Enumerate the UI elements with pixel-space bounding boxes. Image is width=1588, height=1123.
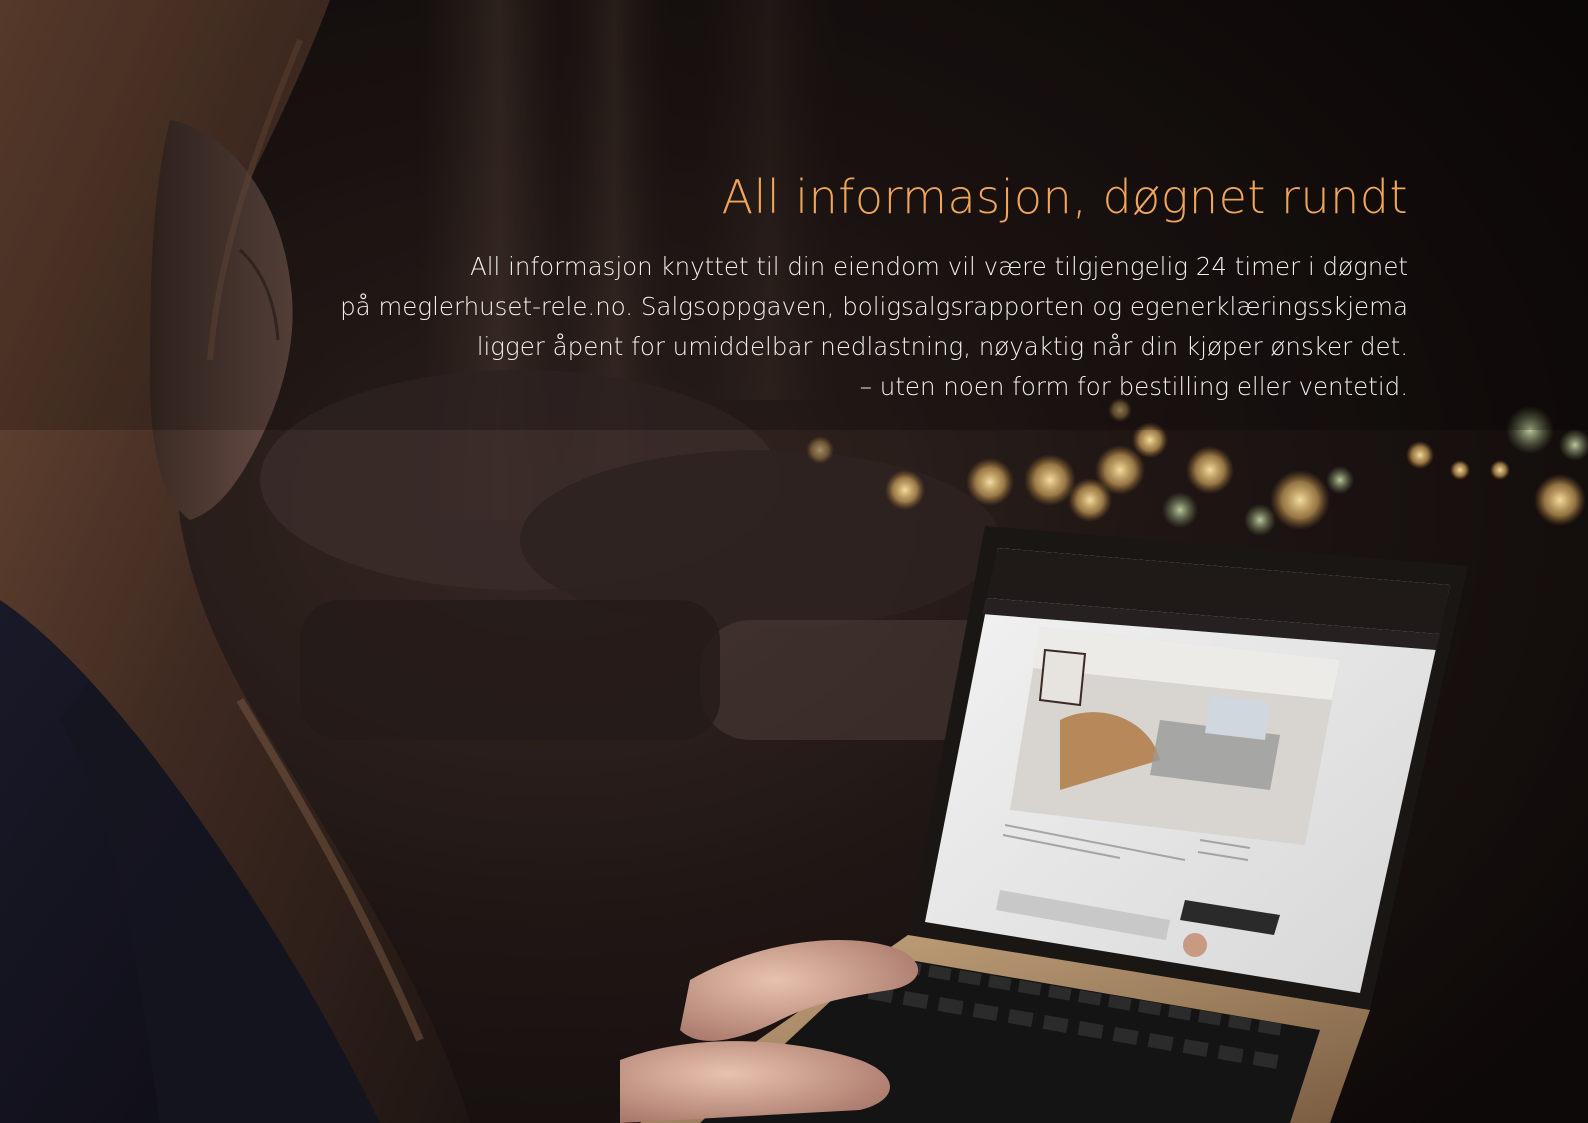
body-line: på meglerhuset-rele.no. Salgsoppgaven, b…: [340, 292, 1408, 322]
body-line: ligger åpent for umiddelbar nedlastning,…: [476, 332, 1408, 362]
body-paragraph: All informasjon knyttet til din eiendom …: [288, 247, 1408, 407]
background-photo: [0, 0, 1588, 1123]
photo-illustration: [0, 0, 1588, 1123]
headline: All informasjon, døgnet rundt: [721, 170, 1408, 224]
body-line: All informasjon knyttet til din eiendom …: [469, 252, 1408, 282]
text-block: All informasjon, døgnet rundt All inform…: [288, 170, 1408, 407]
body-line: – uten noen form for bestilling eller ve…: [859, 372, 1408, 402]
